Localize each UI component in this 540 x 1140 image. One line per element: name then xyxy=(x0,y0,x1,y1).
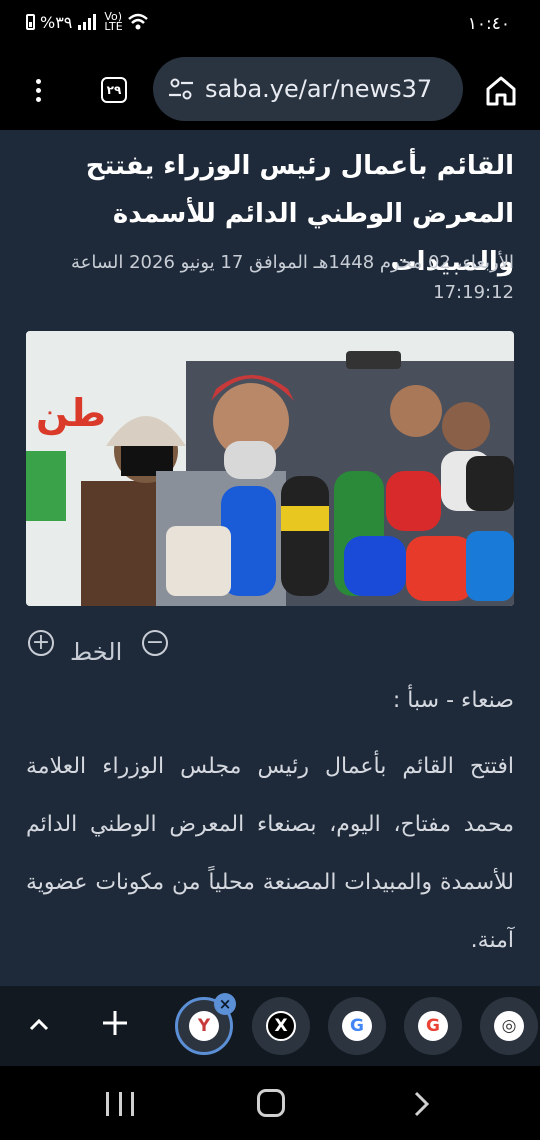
menu-icon[interactable] xyxy=(20,70,56,110)
tab-switcher-button[interactable]: ٢٩ xyxy=(101,77,127,103)
signal-icon xyxy=(78,14,97,30)
tab-google-2[interactable]: G xyxy=(404,997,462,1055)
new-tab-icon[interactable] xyxy=(100,1008,130,1038)
article-source: صنعاء - سبأ : xyxy=(392,688,514,713)
font-size-label: الخط xyxy=(70,638,123,666)
x-icon: X xyxy=(266,1011,296,1041)
chrome-icon: ◎ xyxy=(494,1011,524,1041)
font-decrease-button[interactable]: − xyxy=(142,630,168,656)
tab-google-1[interactable]: G xyxy=(328,997,386,1055)
font-size-controls: + الخط − xyxy=(28,630,178,670)
chevron-up-icon[interactable] xyxy=(24,1010,54,1040)
status-time: ١٠:٤٠ xyxy=(467,14,510,34)
article-page: القائم بأعمال رئيس الوزراء يفتتح المعرض … xyxy=(0,130,540,986)
tab-strip: Y × X G G ◎ xyxy=(0,986,540,1066)
tab-x[interactable]: X xyxy=(252,997,310,1055)
battery-level: %٣٩ xyxy=(40,12,73,32)
tab-chrome[interactable]: ◎ xyxy=(480,997,538,1055)
article-photo: طن xyxy=(26,331,514,606)
recents-icon[interactable] xyxy=(106,1092,134,1116)
google-icon: G xyxy=(418,1011,448,1041)
status-bar: %٣٩ Vo) LTE ١٠:٤٠ xyxy=(0,0,540,50)
home-icon[interactable] xyxy=(484,74,518,108)
article-date: الأربعاء، 02 محرم 1448هـ الموافق 17 يوني… xyxy=(70,252,514,303)
wifi-icon xyxy=(127,13,148,30)
status-indicators: %٣٩ Vo) LTE xyxy=(26,10,148,33)
battery-icon xyxy=(26,14,35,30)
url-text[interactable]: saba.ye/ar/news37 xyxy=(205,75,455,103)
lte-indicator: Vo) LTE xyxy=(104,10,123,33)
close-tab-icon[interactable]: × xyxy=(214,993,236,1015)
font-increase-button[interactable]: + xyxy=(28,630,54,656)
home-nav-icon[interactable] xyxy=(257,1089,285,1117)
address-bar[interactable]: saba.ye/ar/news37 xyxy=(153,57,463,121)
article-body: افتتح القائم بأعمال رئيس مجلس الوزراء ال… xyxy=(26,754,514,953)
back-icon[interactable] xyxy=(410,1090,434,1118)
system-nav-bar xyxy=(0,1066,540,1140)
site-settings-icon[interactable] xyxy=(167,75,195,103)
saba-icon: Y xyxy=(189,1011,219,1041)
browser-toolbar: ٢٩ saba.ye/ar/news37 xyxy=(0,50,540,130)
google-icon: G xyxy=(342,1011,372,1041)
svg-text:طن: طن xyxy=(36,391,106,435)
